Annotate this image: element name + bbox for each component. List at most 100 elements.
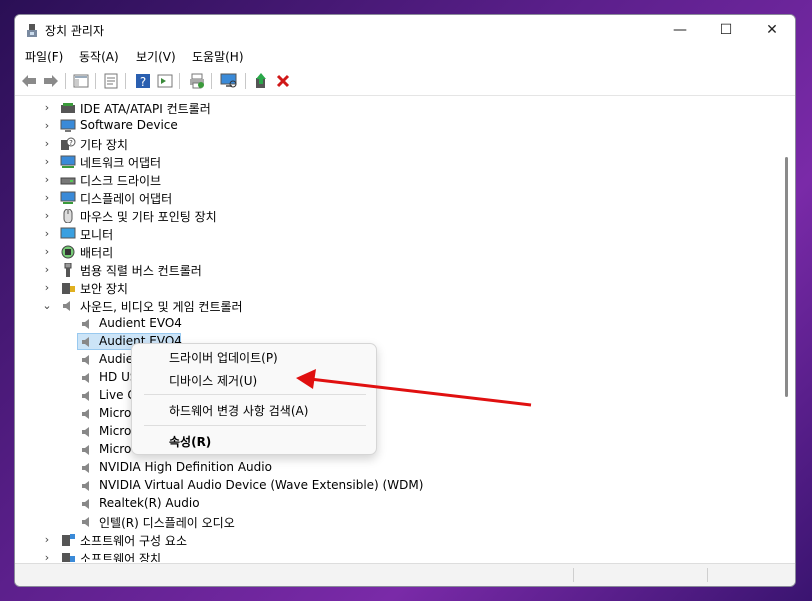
chevron-right-icon[interactable]: › — [41, 119, 53, 133]
menu-action[interactable]: 동작(A) — [79, 48, 119, 65]
tree-item-realtek-audio[interactable]: Realtek(R) Audio — [17, 495, 777, 513]
speaker-icon — [82, 355, 89, 365]
context-properties[interactable]: 속성(R) — [169, 433, 211, 450]
chevron-right-icon[interactable]: › — [41, 227, 53, 241]
tree-item-label: Micro — [99, 424, 132, 438]
device-manager-icon — [27, 24, 37, 37]
chevron-right-icon[interactable]: › — [41, 281, 53, 295]
properties-sheet-icon[interactable] — [101, 71, 121, 91]
window-title: 장치 관리자 — [45, 24, 105, 38]
tree-item-audient-evo4[interactable]: Audient EVO4 — [17, 315, 777, 333]
device-manager-window: 장치 관리자 — ☐ ✕ 파일(F) 동작(A) 보기(V) 도움말(H) ? — [14, 14, 796, 587]
toolbar-separator — [95, 73, 96, 89]
chevron-right-icon[interactable]: › — [41, 137, 53, 151]
update-driver-icon[interactable] — [251, 71, 271, 91]
minimize-button[interactable]: — — [657, 15, 703, 45]
tree-item-label: 소프트웨어 구성 요소 — [80, 534, 187, 548]
chevron-right-icon[interactable]: › — [41, 155, 53, 169]
tree-item-intel-display-audio[interactable]: 인텔(R) 디스플레이 오디오 — [17, 513, 777, 531]
print-icon[interactable] — [187, 71, 207, 91]
tree-item-label: 범용 직렬 버스 컨트롤러 — [80, 264, 202, 278]
speaker-icon — [82, 481, 89, 491]
context-separator — [144, 394, 366, 395]
tree-item-software-device[interactable]: › Software Device — [17, 117, 777, 135]
action-pane-icon[interactable] — [155, 71, 175, 91]
chevron-down-icon[interactable]: ⌄ — [41, 299, 53, 313]
speaker-icon — [82, 445, 89, 455]
tree-item-label: 인텔(R) 디스플레이 오디오 — [99, 516, 235, 530]
menu-file[interactable]: 파일(F) — [25, 48, 63, 65]
title-bar[interactable]: 장치 관리자 — ☐ ✕ — [15, 15, 795, 45]
tree-item-display-adapter[interactable]: › 디스플레이 어댑터 — [17, 189, 777, 207]
chevron-right-icon[interactable]: › — [41, 173, 53, 187]
tree-item-label: Micro — [99, 442, 132, 456]
chevron-right-icon[interactable]: › — [41, 263, 53, 277]
scrollbar-thumb[interactable] — [785, 157, 788, 397]
software-device-icon — [60, 119, 76, 132]
tree-item-mouse[interactable]: › 마우스 및 기타 포인팅 장치 — [17, 207, 777, 225]
tree-item-nvidia-virtual-audio[interactable]: NVIDIA Virtual Audio Device (Wave Extens… — [17, 477, 777, 495]
help-icon[interactable]: ? — [133, 71, 153, 91]
device-tree[interactable]: › IDE ATA/ATAPI 컨트롤러 › Software Device ›… — [17, 97, 779, 562]
speaker-icon — [82, 373, 89, 383]
monitor-icon — [60, 227, 76, 239]
tree-item-nvidia-hd-audio[interactable]: NVIDIA High Definition Audio — [17, 459, 777, 477]
tree-item-security-device[interactable]: › 보안 장치 — [17, 279, 777, 297]
maximize-button[interactable]: ☐ — [703, 15, 749, 45]
tree-item-label: Audient EVO4 — [99, 316, 182, 330]
chevron-right-icon[interactable]: › — [41, 533, 53, 547]
menu-bar: 파일(F) 동작(A) 보기(V) 도움말(H) — [15, 45, 795, 67]
software-device-icon — [62, 553, 75, 562]
speaker-icon — [82, 391, 89, 401]
vertical-scrollbar[interactable] — [780, 97, 793, 562]
tree-item-sound-video-game[interactable]: ⌄ 사운드, 비디오 및 게임 컨트롤러 — [17, 297, 777, 315]
disk-drive-icon — [60, 177, 76, 185]
speaker-icon — [82, 337, 89, 347]
tree-item-software-component[interactable]: › 소프트웨어 구성 요소 — [17, 531, 777, 549]
speaker-icon — [82, 409, 89, 419]
context-scan-hardware[interactable]: 하드웨어 변경 사항 검색(A) — [169, 402, 308, 419]
speaker-icon — [63, 301, 70, 311]
tree-item-disk-drive[interactable]: › 디스크 드라이브 — [17, 171, 777, 189]
speaker-icon — [82, 427, 89, 437]
forward-icon[interactable] — [41, 71, 61, 91]
close-button[interactable]: ✕ — [749, 15, 795, 45]
uninstall-device-icon[interactable] — [273, 71, 293, 91]
tree-item-label: 배터리 — [80, 246, 114, 260]
toolbar-separator — [179, 73, 180, 89]
chevron-right-icon[interactable]: › — [41, 551, 53, 562]
speaker-icon — [82, 319, 89, 329]
tree-item-monitor[interactable]: › 모니터 — [17, 225, 777, 243]
chevron-right-icon[interactable]: › — [41, 191, 53, 205]
tree-item-label: 기타 장치 — [80, 138, 128, 152]
status-divider — [707, 568, 708, 582]
scan-hardware-icon[interactable] — [219, 71, 239, 91]
back-icon[interactable] — [19, 71, 39, 91]
context-uninstall-device[interactable]: 디바이스 제거(U) — [169, 372, 257, 389]
tree-item-ide-controller[interactable]: › IDE ATA/ATAPI 컨트롤러 — [17, 99, 777, 117]
speaker-icon — [82, 517, 89, 527]
context-separator — [144, 425, 366, 426]
show-hide-console-tree-icon[interactable] — [71, 71, 91, 91]
tree-item-label: Realtek(R) Audio — [99, 496, 200, 510]
menu-help[interactable]: 도움말(H) — [192, 48, 244, 65]
software-component-icon — [62, 534, 75, 546]
chevron-right-icon[interactable]: › — [41, 209, 53, 223]
tree-item-usb[interactable]: › 범용 직렬 버스 컨트롤러 — [17, 261, 777, 279]
tree-item-label: NVIDIA Virtual Audio Device (Wave Extens… — [99, 478, 424, 492]
speaker-icon — [82, 463, 89, 473]
toolbar-separator — [65, 73, 66, 89]
tree-item-label: Audie — [99, 352, 134, 366]
display-adapter-icon — [60, 191, 76, 204]
context-update-driver[interactable]: 드라이버 업데이트(P) — [169, 349, 278, 366]
tree-item-other-devices[interactable]: › ? 기타 장치 — [17, 135, 777, 153]
tree-item-label: Micro — [99, 406, 132, 420]
tree-item-network-adapter[interactable]: › 네트워크 어댑터 — [17, 153, 777, 171]
menu-view[interactable]: 보기(V) — [136, 48, 176, 65]
tree-item-battery[interactable]: › 배터리 — [17, 243, 777, 261]
usb-icon — [64, 263, 72, 277]
chevron-right-icon[interactable]: › — [41, 245, 53, 259]
chevron-right-icon[interactable]: › — [41, 101, 53, 115]
svg-text:?: ? — [140, 75, 146, 89]
tree-item-software-device-2[interactable]: › 소프트웨어 장치 — [17, 549, 777, 562]
